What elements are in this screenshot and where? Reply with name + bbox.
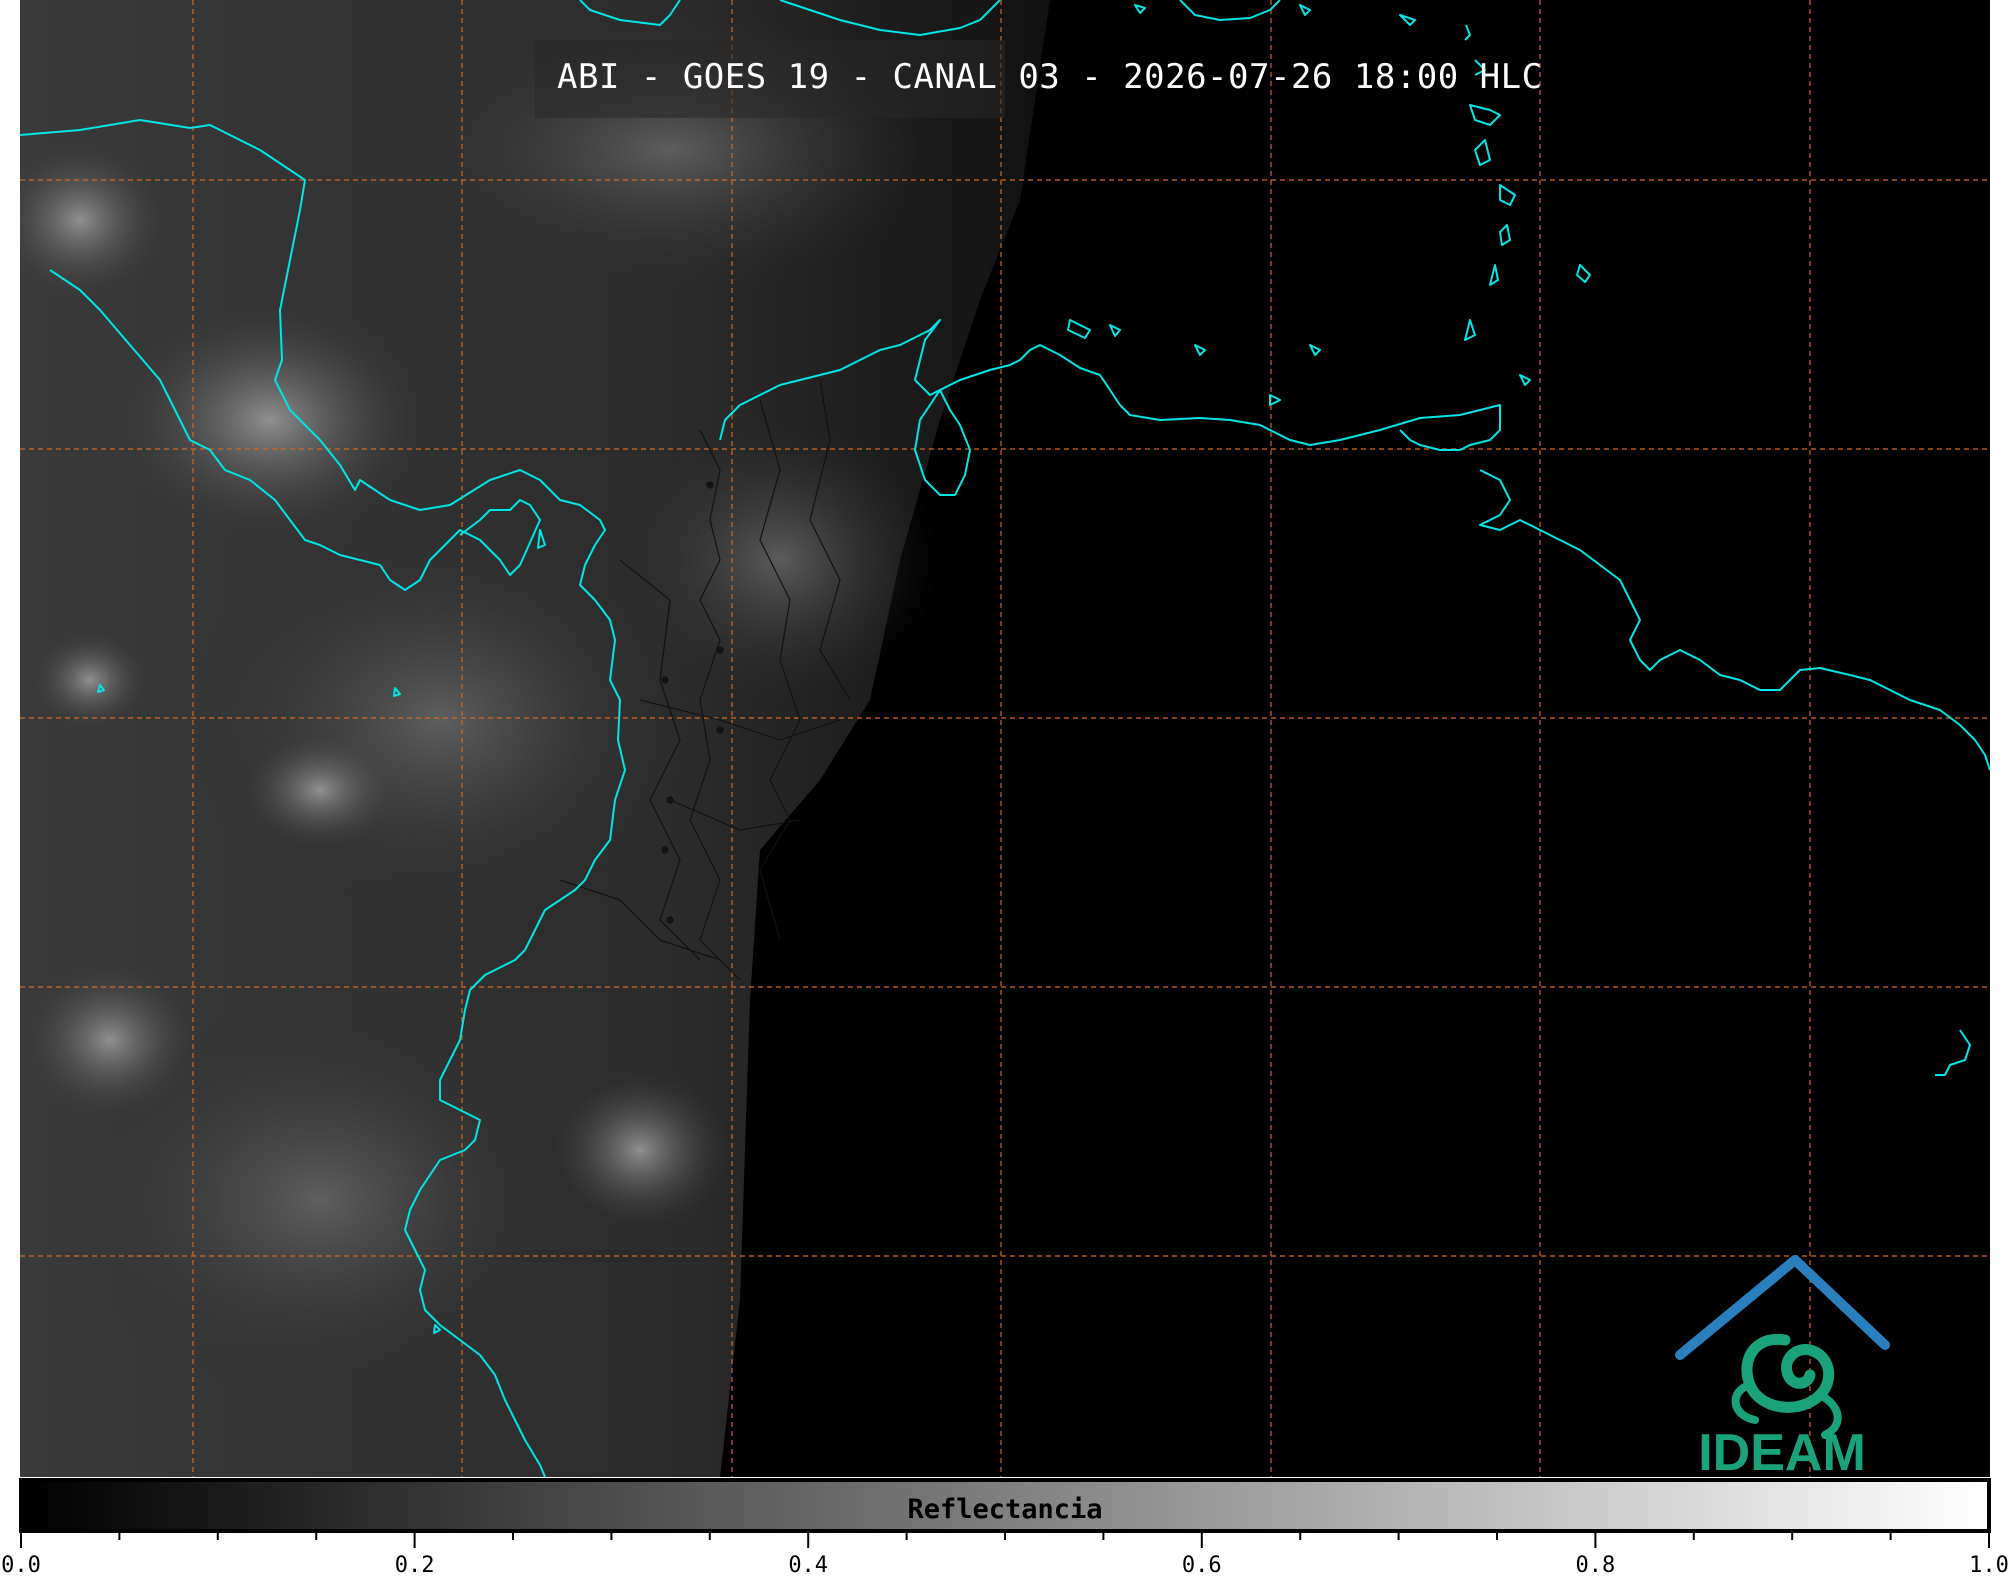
map-title: ABI - GOES 19 - CANAL 03 - 2026-07-26 18… (557, 57, 1543, 97)
cloud (30, 630, 150, 730)
cloud (110, 300, 430, 540)
colorbar: Reflectancia (19, 1478, 1991, 1533)
tick-label: 0.0 (1, 1553, 41, 1578)
cloud (240, 730, 400, 850)
tick-label: 0.2 (394, 1553, 435, 1578)
ideam-logo: IDEAM (1660, 1255, 1900, 1482)
colorbar-label: Reflectancia (907, 1494, 1103, 1525)
tick-label: 1.0 (1969, 1553, 2009, 1578)
cloud (550, 1070, 730, 1230)
cloud (60, 1000, 580, 1400)
tick-label: 0.8 (1575, 1553, 1616, 1578)
colorbar-ticks (20, 1530, 1990, 1548)
logo-text: IDEAM (1698, 1424, 1866, 1475)
tick-label: 0.4 (788, 1553, 829, 1578)
tick-label: 0.6 (1181, 1553, 1222, 1578)
